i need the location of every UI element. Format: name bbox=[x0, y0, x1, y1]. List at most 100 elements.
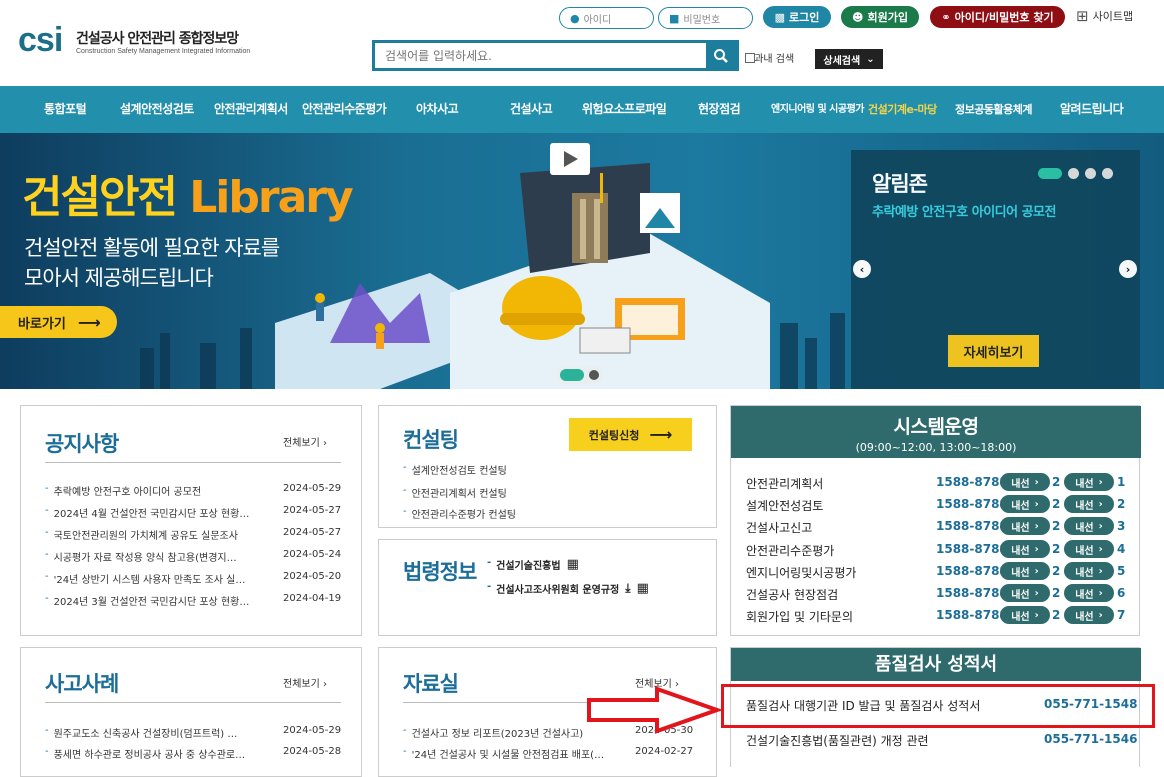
person-add-icon: ☻ bbox=[852, 10, 864, 24]
ext-badge[interactable]: 내선 › bbox=[1000, 540, 1050, 558]
search-input[interactable] bbox=[375, 43, 709, 68]
detail-search-button[interactable]: 상세검색 ⌄ bbox=[815, 49, 883, 69]
nav-item[interactable]: 통합포털 bbox=[44, 86, 87, 133]
join-button[interactable]: ☻ 회원가입 bbox=[841, 6, 919, 28]
list-item[interactable]: - '24년 건설공사 및 시설물 안전점검표 배포(… 2024-02-27 bbox=[403, 746, 703, 761]
nav-item[interactable]: 건설사고 bbox=[510, 86, 553, 133]
quality-row[interactable]: 건설기술진흥법(품질관련) 개정 관련 055-771-1546 bbox=[746, 732, 1137, 749]
system-header: 시스템운영 (09:00~12:00, 13:00~18:00) bbox=[731, 406, 1141, 458]
notice-zone-title: 알림존 bbox=[872, 172, 928, 196]
find-account-button[interactable]: ⚭ 아이디/비밀번호 찾기 bbox=[930, 6, 1065, 28]
ext-badge[interactable]: 내선 › bbox=[1064, 540, 1114, 558]
system-row: 건설공사 현장점검 1588-8788 내선 › 2 내선 › 6 bbox=[746, 584, 1126, 602]
logo-subtitle: Construction Safety Management Integrate… bbox=[76, 48, 251, 55]
download-icon[interactable]: ⤓ bbox=[625, 581, 630, 596]
list-item[interactable]: - 풍세면 하수관로 정비공사 공사 중 상수관로… 2024-05-28 bbox=[45, 746, 345, 761]
list-item[interactable]: - 안전관리계획서 컨설팅 bbox=[403, 485, 507, 500]
site-logo[interactable]: csi 건설공사 안전관리 종합정보망 Construction Safety … bbox=[18, 22, 251, 62]
notices-all-link[interactable]: 전체보기 › bbox=[283, 434, 327, 449]
list-item[interactable]: - 시공평가 자료 작성용 양식 참고용(변경지… 2024-05-24 bbox=[45, 549, 345, 564]
nav-item[interactable]: 알려드립니다 bbox=[1060, 86, 1124, 133]
ext-badge[interactable]: 내선 › bbox=[1000, 517, 1050, 535]
search-in-result-checkbox[interactable]: 결과내 검색 bbox=[745, 50, 794, 65]
accidents-all-link[interactable]: 전체보기 › bbox=[283, 675, 327, 690]
highlight-box-annotation bbox=[721, 684, 1155, 728]
ext-badge[interactable]: 내선 › bbox=[1064, 473, 1114, 491]
arrow-right-icon: ⟶ bbox=[77, 312, 101, 332]
nav-item[interactable]: 정보공동활용체계 bbox=[955, 86, 1032, 133]
login-label: 로그인 bbox=[789, 11, 820, 24]
list-item[interactable]: - 원주교도소 신축공사 건설장비(덤프트럭) … 2024-05-29 bbox=[45, 725, 345, 740]
list-item[interactable]: - 국토안전관리원의 가치체계 공유도 실문조사 2024-05-27 bbox=[45, 527, 345, 542]
next-arrow-icon[interactable]: › bbox=[1119, 260, 1137, 278]
ext-badge[interactable]: 내선 › bbox=[1000, 584, 1050, 602]
find-label: 아이디/비밀번호 찾기 bbox=[954, 11, 1054, 24]
ext-badge[interactable]: 내선 › bbox=[1000, 495, 1050, 513]
hero-slide-toggle[interactable] bbox=[557, 366, 603, 384]
search-bar bbox=[372, 40, 739, 71]
user-id-input[interactable]: ● 아이디 bbox=[559, 7, 654, 29]
list-item[interactable]: -2024년 4월 건설안전 국민감시단 포상 현황… 2024-05-27 bbox=[45, 505, 345, 520]
consult-apply-button[interactable]: 컨설팅신청 ⟶ bbox=[569, 418, 692, 451]
law-title: 법령정보 bbox=[403, 560, 477, 584]
sitemap-link[interactable]: ⊞ 사이트맵 bbox=[1076, 7, 1133, 25]
password-input[interactable]: ■ 비밀번호 bbox=[658, 7, 753, 29]
list-item[interactable]: - 추락예방 안전구호 아이디어 공모전 2024-05-29 bbox=[45, 483, 345, 498]
list-item[interactable]: -2024년 3월 건설안전 국민감시단 포상 현황… 2024-04-19 bbox=[45, 593, 345, 608]
search-button[interactable] bbox=[706, 43, 736, 68]
system-row: 건설사고신고 1588-8788 내선 › 2 내선 › 3 bbox=[746, 517, 1126, 535]
list-item[interactable]: - 설계안전성검토 컨설팅 bbox=[403, 462, 507, 477]
notice-zone-pager[interactable] bbox=[1038, 168, 1113, 179]
go-label: 바로가기 bbox=[18, 316, 66, 332]
law-item[interactable]: - 건설사고조사위원회 운영규정 ⤓ ▦ bbox=[487, 581, 649, 596]
ext-badge[interactable]: 내선 › bbox=[1000, 606, 1050, 624]
ext-badge[interactable]: 내선 › bbox=[1000, 562, 1050, 580]
nav-item[interactable]: 안전관리계획서 bbox=[214, 86, 288, 133]
hero-go-button[interactable]: 바로가기 ⟶ bbox=[0, 306, 117, 338]
ext-badge[interactable]: 내선 › bbox=[1064, 495, 1114, 513]
nav-item[interactable]: 아차사고 bbox=[416, 86, 459, 133]
nav-item[interactable]: 현장점검 bbox=[698, 86, 741, 133]
list-item[interactable]: - 안전관리수준평가 컨설팅 bbox=[403, 506, 516, 521]
prev-arrow-icon[interactable]: ‹ bbox=[853, 260, 871, 278]
nav-item[interactable]: 건설기계e-마당 bbox=[868, 86, 937, 133]
system-operation-panel: 시스템운영 (09:00~12:00, 13:00~18:00) 안전관리계획서… bbox=[730, 405, 1141, 636]
consult-apply-label: 컨설팅신청 bbox=[588, 428, 640, 442]
detail-search-label: 상세검색 bbox=[823, 55, 861, 67]
consult-panel: 컨설팅 컨설팅신청 ⟶ - 설계안전성검토 컨설팅 - 안전관리계획서 컨설팅 - 안전… bbox=[378, 405, 717, 528]
ext-badge[interactable]: 내선 › bbox=[1064, 584, 1114, 602]
accidents-title: 사고사례 bbox=[45, 672, 119, 696]
notices-panel: 공지사항 전체보기 › - 추락예방 안전구호 아이디어 공모전 2024-05-2… bbox=[20, 405, 362, 636]
notice-more-button[interactable]: 자세히보기 bbox=[948, 335, 1039, 367]
nav-item[interactable]: 안전관리수준평가 bbox=[302, 86, 387, 133]
document-search-icon[interactable]: ▦ bbox=[637, 581, 649, 596]
checkbox-box[interactable] bbox=[745, 52, 755, 63]
ext-badge[interactable]: 내선 › bbox=[1064, 606, 1114, 624]
divider bbox=[45, 462, 341, 463]
document-search-icon[interactable]: ▦ bbox=[567, 557, 579, 572]
logo-title: 건설공사 안전관리 종합정보망 bbox=[76, 31, 239, 47]
system-row: 안전관리계획서 1588-8788 내선 › 2 내선 › 1 bbox=[746, 473, 1126, 491]
id-placeholder: 아이디 bbox=[583, 14, 612, 26]
law-item[interactable]: - 건설기술진흥법 ▦ bbox=[487, 557, 579, 572]
search-icon bbox=[714, 48, 728, 63]
ext-badge[interactable]: 내선 › bbox=[1064, 517, 1114, 535]
system-title: 시스템운영 bbox=[893, 416, 979, 438]
sitemap-icon: ⊞ bbox=[1076, 7, 1089, 25]
chevron-right-icon: › bbox=[323, 679, 327, 690]
notices-title: 공지사항 bbox=[45, 432, 119, 456]
quality-title: 품질검사 성적서 bbox=[731, 648, 1141, 681]
pw-placeholder: 비밀번호 bbox=[683, 14, 721, 26]
system-row: 안전관리수준평가 1588-8788 내선 › 2 내선 › 4 bbox=[746, 540, 1126, 558]
ext-badge[interactable]: 내선 › bbox=[1064, 562, 1114, 580]
nav-item[interactable]: 엔지니어링 및 시공평가 bbox=[771, 86, 864, 133]
list-item[interactable]: - '24년 상반기 시스템 사용자 만족도 조사 실… 2024-05-20 bbox=[45, 571, 345, 586]
red-arrow-annotation bbox=[587, 686, 724, 734]
nav-item[interactable]: 위험요소프로파일 bbox=[582, 86, 667, 133]
sitemap-label: 사이트맵 bbox=[1092, 10, 1134, 23]
notice-zone-text[interactable]: 추락예방 안전구호 아이디어 공모전 bbox=[872, 201, 1056, 220]
ext-badge[interactable]: 내선 › bbox=[1000, 473, 1050, 491]
nav-item[interactable]: 설계안전성검토 bbox=[120, 86, 194, 133]
law-panel: 법령정보 - 건설기술진흥법 ▦ - 건설사고조사위원회 운영규정 ⤓ ▦ bbox=[378, 539, 717, 636]
login-button[interactable]: ▩ 로그인 bbox=[763, 6, 831, 28]
